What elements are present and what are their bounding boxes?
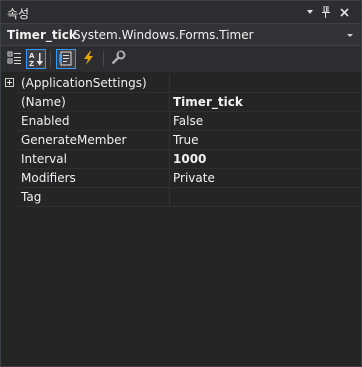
svg-text:Z: Z bbox=[29, 60, 34, 67]
property-value[interactable]: False bbox=[173, 114, 203, 128]
expand-plus-icon[interactable] bbox=[5, 78, 14, 87]
property-row-name[interactable]: (Name) Timer_tick bbox=[1, 93, 361, 112]
property-name: Interval bbox=[21, 152, 67, 166]
property-value[interactable]: 1000 bbox=[173, 152, 206, 166]
property-value[interactable]: Private bbox=[173, 171, 215, 185]
close-icon[interactable] bbox=[337, 4, 351, 20]
categorized-button[interactable] bbox=[6, 49, 26, 69]
properties-button[interactable] bbox=[56, 49, 76, 69]
row-gutter bbox=[1, 169, 17, 188]
alphabetical-button[interactable]: A Z bbox=[26, 49, 46, 69]
column-divider bbox=[169, 112, 170, 131]
property-name: (ApplicationSettings) bbox=[21, 76, 147, 90]
property-value[interactable]: Timer_tick bbox=[173, 95, 243, 109]
chevron-down-icon[interactable] bbox=[347, 34, 353, 37]
row-gutter bbox=[1, 74, 17, 93]
property-value[interactable]: True bbox=[173, 133, 199, 147]
column-divider bbox=[169, 150, 170, 169]
property-grid: (ApplicationSettings) (Name) Timer_tick … bbox=[1, 74, 361, 207]
row-divider bbox=[17, 206, 361, 207]
properties-window: 속성 Timer_tick System.Windows.Forms.Timer bbox=[0, 0, 362, 367]
window-position-icon[interactable] bbox=[303, 4, 317, 20]
column-divider bbox=[169, 74, 170, 93]
property-name: (Name) bbox=[21, 95, 66, 109]
row-gutter bbox=[1, 131, 17, 150]
pin-icon[interactable] bbox=[319, 4, 333, 20]
svg-text:A: A bbox=[29, 52, 35, 60]
row-gutter bbox=[1, 150, 17, 169]
toolbar-separator bbox=[50, 51, 51, 67]
selected-object-name: Timer_tick bbox=[7, 28, 77, 42]
column-divider bbox=[169, 93, 170, 112]
row-gutter bbox=[1, 188, 17, 207]
selected-object-type: System.Windows.Forms.Timer bbox=[73, 28, 254, 42]
property-row-interval[interactable]: Interval 1000 bbox=[1, 150, 361, 169]
property-name: Tag bbox=[21, 190, 42, 204]
row-gutter bbox=[1, 93, 17, 112]
row-gutter bbox=[1, 112, 17, 131]
window-title: 속성 bbox=[7, 7, 30, 21]
property-pages-button[interactable] bbox=[109, 49, 129, 69]
property-row-tag[interactable]: Tag bbox=[1, 188, 361, 207]
property-row-applicationsettings[interactable]: (ApplicationSettings) bbox=[1, 74, 361, 93]
property-row-generatemember[interactable]: GenerateMember True bbox=[1, 131, 361, 150]
object-selector[interactable]: Timer_tick System.Windows.Forms.Timer bbox=[1, 23, 361, 46]
property-name: GenerateMember bbox=[21, 133, 127, 147]
property-row-enabled[interactable]: Enabled False bbox=[1, 112, 361, 131]
toolbar-separator bbox=[103, 51, 104, 67]
properties-toolbar: A Z bbox=[1, 46, 361, 72]
column-divider bbox=[169, 131, 170, 150]
column-divider bbox=[169, 169, 170, 188]
title-bar: 속성 bbox=[1, 1, 361, 23]
property-row-modifiers[interactable]: Modifiers Private bbox=[1, 169, 361, 188]
column-divider bbox=[169, 188, 170, 207]
property-name: Enabled bbox=[21, 114, 70, 128]
property-name: Modifiers bbox=[21, 171, 76, 185]
events-button[interactable] bbox=[80, 49, 100, 69]
